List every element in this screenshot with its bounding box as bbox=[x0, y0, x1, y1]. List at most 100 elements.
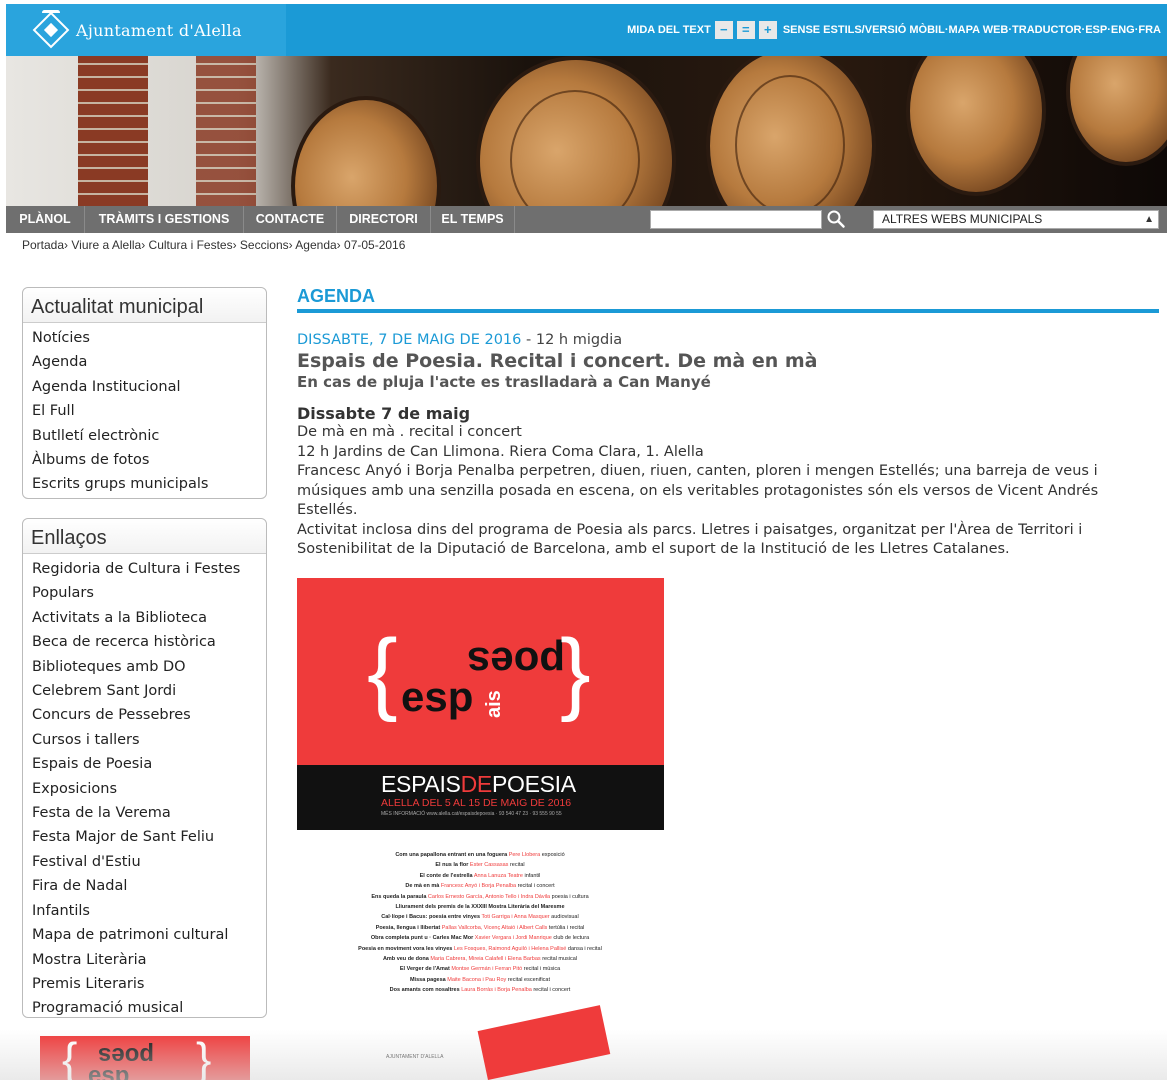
actualitat-item[interactable]: Notícies bbox=[23, 326, 266, 350]
select-arrows-icon: ▲ bbox=[1144, 214, 1154, 225]
text-size-label: MIDA DEL TEXT bbox=[627, 24, 711, 36]
brick-column bbox=[78, 56, 148, 206]
sidebar-actualitat-box: Actualitat municipal Notícies Agenda Agend… bbox=[22, 287, 267, 499]
programme-line: El Verger de l'Amat Montse Germán i Ferr… bbox=[399, 966, 561, 973]
barrel bbox=[476, 56, 676, 206]
breadcrumb-current: 07-05-2016 bbox=[344, 238, 406, 252]
breadcrumb: Portada› Viure a Alella› Cultura i Feste… bbox=[22, 238, 406, 252]
programme-line: De mà en mà Francesc Anyó i Borja Penalb… bbox=[405, 883, 555, 890]
diamond-shield-icon bbox=[32, 11, 70, 49]
breadcrumb-item[interactable]: Portada bbox=[22, 238, 64, 252]
enllacos-item[interactable]: Activitats a la Biblioteca bbox=[23, 606, 266, 630]
programme-line: Amb veu de dona Maria Cabrera, Mireia Ca… bbox=[382, 956, 578, 963]
link-site-map[interactable]: MAPA WEB bbox=[948, 24, 1008, 36]
programme-line: Cal·líope i Bacus: poesia entre vinyes T… bbox=[381, 914, 579, 921]
search-input[interactable] bbox=[650, 210, 822, 229]
link-translator[interactable]: TRADUCTOR bbox=[1012, 24, 1081, 36]
programme-line: Poesia, llengua i llibertat Pallas Vallc… bbox=[375, 924, 585, 931]
barrel bbox=[1066, 56, 1167, 166]
enllacos-item[interactable]: Beca de recerca històrica bbox=[23, 630, 266, 654]
top-links: MIDA DEL TEXT − = + SENSE ESTILS/VERSIÓ … bbox=[627, 21, 1161, 39]
enllacos-item[interactable]: Festa Major de Sant Feliu bbox=[23, 825, 266, 849]
enllacos-item[interactable]: Fira de Nadal bbox=[23, 874, 266, 898]
programme-line: Lliurament dels premis de la XXXIII Most… bbox=[395, 904, 565, 911]
barrel bbox=[291, 96, 441, 206]
event-poster-image: { poes esp ais } ESPAISDEPOESIA ALELLA D… bbox=[297, 578, 664, 830]
breadcrumb-item[interactable]: Agenda bbox=[295, 238, 336, 252]
event-date: DISSABTE, 7 DE MAIG DE 2016 bbox=[297, 332, 522, 348]
programme-line: El nus la flor Ester Cassasas recital bbox=[435, 862, 525, 869]
breadcrumb-item[interactable]: Cultura i Festes bbox=[149, 238, 233, 252]
text-size-reset-button[interactable]: = bbox=[736, 21, 755, 39]
link-lang-esp[interactable]: ESP bbox=[1085, 24, 1107, 36]
actualitat-item[interactable]: Àlbums de fotos bbox=[23, 448, 266, 472]
text-size-increase-button[interactable]: + bbox=[758, 21, 777, 39]
poster-dates: ALELLA DEL 5 AL 15 DE MAIG DE 2016 bbox=[381, 797, 572, 809]
link-lang-eng[interactable]: ENG bbox=[1111, 24, 1135, 36]
actualitat-item[interactable]: Butlletí electrònic bbox=[23, 424, 266, 448]
programme-line: El conte de l'estrella Anna Lanuza Teatr… bbox=[419, 872, 541, 879]
event-date-line: DISSABTE, 7 DE MAIG DE 2016 - 12 h migdi… bbox=[297, 332, 623, 348]
enllacos-item[interactable]: Mostra Literària bbox=[23, 948, 266, 972]
poster-word-side: ais bbox=[483, 690, 505, 718]
actualitat-item[interactable]: El Full bbox=[23, 399, 266, 423]
poster-brace-right: } bbox=[560, 621, 591, 723]
poster-brace-left: { bbox=[367, 621, 398, 723]
enllacos-item[interactable]: Mapa de patrimoni cultural bbox=[23, 923, 266, 947]
event-description: Francesc Anyó i Borja Penalba perpetren,… bbox=[297, 463, 1099, 518]
search-icon[interactable] bbox=[826, 209, 846, 229]
enllacos-item[interactable]: Festival d'Estiu bbox=[23, 850, 266, 874]
enllacos-item[interactable]: Exposicions bbox=[23, 777, 266, 801]
nav-item-tramits[interactable]: TRÀMITS I GESTIONS bbox=[85, 206, 244, 233]
main-content: AGENDA DISSABTE, 7 DE MAIG DE 2016 - 12 … bbox=[297, 286, 1159, 560]
site-logo[interactable]: Ajuntament d'Alella bbox=[6, 4, 286, 56]
breadcrumb-item[interactable]: Viure a Alella bbox=[71, 238, 141, 252]
enllacos-item[interactable]: Premis Literaris bbox=[23, 972, 266, 996]
page-title: AGENDA bbox=[297, 286, 1159, 313]
other-municipal-webs-select[interactable]: ALTRES WEBS MUNICIPALS ▲ bbox=[873, 210, 1159, 229]
nav-item-el-temps[interactable]: EL TEMPS bbox=[431, 206, 515, 233]
text-size-decrease-button[interactable]: − bbox=[714, 21, 733, 39]
enllacos-item[interactable]: Regidoria de Cultura i Festes Populars bbox=[23, 557, 266, 606]
programme-line: Com una papallona entrant en una foguera… bbox=[395, 852, 565, 858]
enllacos-item[interactable]: Celebrem Sant Jordi bbox=[23, 679, 266, 703]
link-no-styles[interactable]: SENSE ESTILS/VERSIÓ MÒBIL bbox=[783, 24, 945, 36]
actualitat-item[interactable]: Agenda bbox=[23, 350, 266, 374]
brick-column bbox=[196, 56, 256, 206]
enllacos-item[interactable]: Concurs de Pessebres bbox=[23, 703, 266, 727]
main-nav: PLÀNOL TRÀMITS I GESTIONS CONTACTE DIREC… bbox=[6, 206, 1167, 233]
select-value: ALTRES WEBS MUNICIPALS bbox=[882, 212, 1043, 226]
sidebar-actualitat-title: Actualitat municipal bbox=[23, 288, 266, 323]
enllacos-item[interactable]: Infantils bbox=[23, 899, 266, 923]
poster-word-bottom: esp bbox=[401, 673, 474, 720]
logo-text: Ajuntament d'Alella bbox=[76, 20, 242, 40]
event-title: Espais de Poesia. Recital i concert. De … bbox=[297, 350, 818, 372]
programme-line: Dos amants com nosaltres Laura Borràs i … bbox=[389, 987, 571, 994]
actualitat-item[interactable]: Escrits grups municipals bbox=[23, 472, 266, 496]
programme-line: Obra completa punt u · Carles Mac Mor Xa… bbox=[370, 935, 590, 942]
enllacos-item[interactable]: Biblioteques amb DO bbox=[23, 655, 266, 679]
link-lang-fra[interactable]: FRA bbox=[1138, 24, 1161, 36]
poster-title: ESPAISDEPOESIA bbox=[381, 771, 576, 797]
breadcrumb-item[interactable]: Seccions bbox=[240, 238, 289, 252]
event-day-heading: Dissabte 7 de maig bbox=[297, 404, 471, 423]
poster-word-top: poes bbox=[467, 639, 566, 686]
nav-item-directori[interactable]: DIRECTORI bbox=[337, 206, 431, 233]
nav-item-planol[interactable]: PLÀNOL bbox=[6, 206, 85, 233]
barrel bbox=[706, 56, 876, 206]
barrel bbox=[906, 56, 1046, 196]
programme-list: Com una papallona entrant en una foguera… bbox=[330, 850, 630, 996]
enllacos-item[interactable]: Programació musical bbox=[23, 996, 266, 1020]
poster-info: MÉS INFORMACIÓ www.alella.cat/espaisdepo… bbox=[381, 811, 562, 817]
enllacos-item[interactable]: Espais de Poesia bbox=[23, 752, 266, 776]
nav-item-contacte[interactable]: CONTACTE bbox=[244, 206, 337, 233]
enllacos-item[interactable]: Festa de la Verema bbox=[23, 801, 266, 825]
sidebar-enllacos-box: Enllaços Regidoria de Cultura i Festes P… bbox=[22, 518, 267, 1018]
sidebar-enllacos-title: Enllaços bbox=[23, 519, 266, 554]
event-time: 12 h migdia bbox=[535, 332, 623, 348]
enllacos-item[interactable]: Cursos i tallers bbox=[23, 728, 266, 752]
actualitat-item[interactable]: Agenda Institucional bbox=[23, 375, 266, 399]
header-banner-image bbox=[6, 56, 1167, 206]
programme-line: Ens queda la paraula Carlos Ernesto Garc… bbox=[371, 893, 589, 900]
programme-line: Missa pagesa Maite Bacona i Pau Roy reci… bbox=[409, 976, 551, 983]
